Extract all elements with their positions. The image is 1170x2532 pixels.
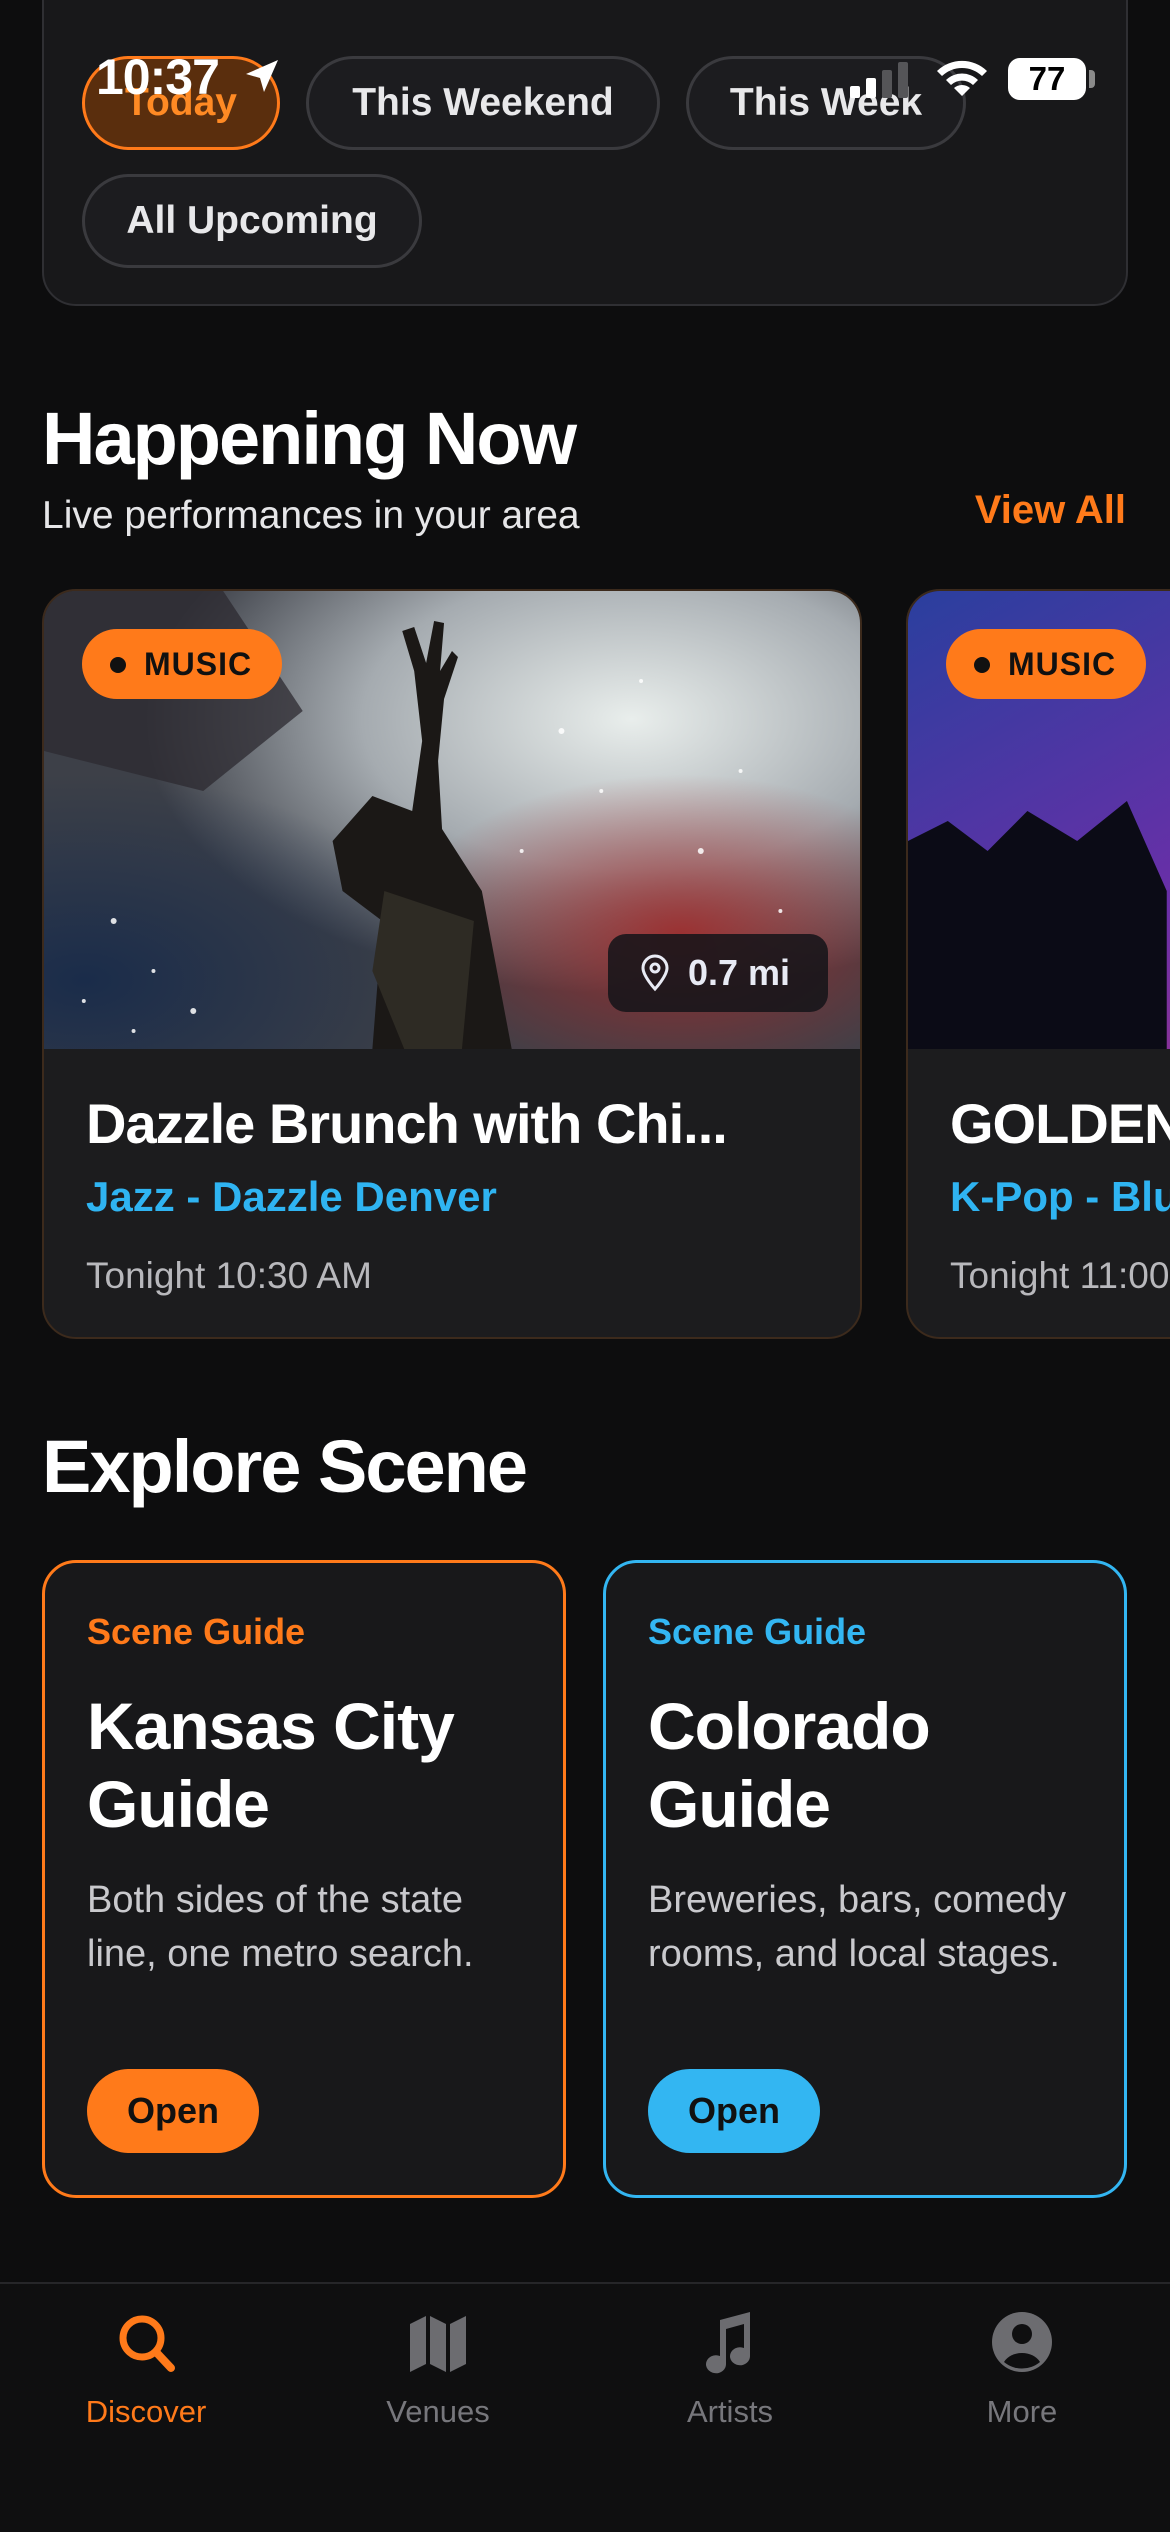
guide-kicker: Scene Guide [87, 1611, 306, 1652]
tab-label: More [986, 2394, 1058, 2429]
tab-artists[interactable]: Artists [584, 2306, 876, 2446]
guide-kicker: Scene Guide [648, 1611, 867, 1652]
tab-label: Venues [386, 2394, 490, 2429]
filter-chip-this-weekend[interactable]: This Weekend [306, 56, 660, 150]
event-time: Tonight 10:30 AM [86, 1255, 372, 1296]
event-time: Tonight 11:00 [950, 1255, 1170, 1296]
event-title: GOLDEN [950, 1092, 1170, 1155]
distance-badge: 0.7 mi [608, 934, 829, 1012]
guide-title: Colorado Guide [648, 1689, 931, 1841]
discover-screen: Today This Weekend This Week All Upcomin… [0, 0, 1170, 2532]
tab-bar: Discover Venues Artists More [0, 2282, 1170, 2532]
open-guide-button[interactable]: Open [648, 2069, 820, 2153]
explore-scene-title: Explore Scene [42, 1425, 528, 1508]
filter-chip-today[interactable]: Today [82, 56, 280, 150]
person-circle-icon [992, 2312, 1052, 2372]
filter-chip-all-upcoming[interactable]: All Upcoming [82, 174, 422, 268]
kansas-city-guide-card[interactable]: Scene Guide Kansas City Guide Both sides… [42, 1560, 566, 2198]
category-badge: MUSIC [82, 629, 283, 699]
search-icon [119, 2315, 175, 2372]
open-guide-button[interactable]: Open [87, 2069, 259, 2153]
tab-label: Artists [686, 2394, 774, 2429]
tab-more[interactable]: More [876, 2306, 1168, 2446]
category-badge: MUSIC [946, 629, 1147, 699]
event-title: Dazzle Brunch with Chi... [86, 1092, 728, 1155]
happening-now-subtitle: Live performances in your area [42, 494, 580, 537]
event-genre-venue: Jazz - Dazzle Denver [86, 1173, 497, 1220]
event-card[interactable]: MUSIC GOLDEN K-Pop - Blu Tonight 11:00 [906, 589, 1170, 1339]
map-pin-icon [641, 954, 669, 992]
happening-now-title: Happening Now [42, 397, 577, 480]
guide-description: Both sides of the state line, one metro … [87, 1879, 474, 1975]
tab-label: Discover [85, 2394, 207, 2429]
filter-chip-this-week[interactable]: This Week [686, 56, 966, 150]
colorado-guide-card[interactable]: Scene Guide Colorado Guide Breweries, ba… [603, 1560, 1127, 2198]
music-note-icon [706, 2312, 751, 2374]
event-genre-venue: K-Pop - Blu [950, 1173, 1170, 1220]
event-card[interactable]: MUSIC 0.7 mi Dazzle Brunch with Chi... J… [42, 589, 862, 1339]
view-all-link[interactable]: View All [975, 488, 1126, 533]
tab-discover[interactable]: Discover [0, 2306, 292, 2446]
map-icon [410, 2316, 466, 2372]
guide-title: Kansas City Guide [87, 1689, 455, 1841]
distance-text: 0.7 mi [688, 952, 791, 993]
tab-venues[interactable]: Venues [292, 2306, 584, 2446]
guide-description: Breweries, bars, comedy rooms, and local… [648, 1879, 1067, 1975]
